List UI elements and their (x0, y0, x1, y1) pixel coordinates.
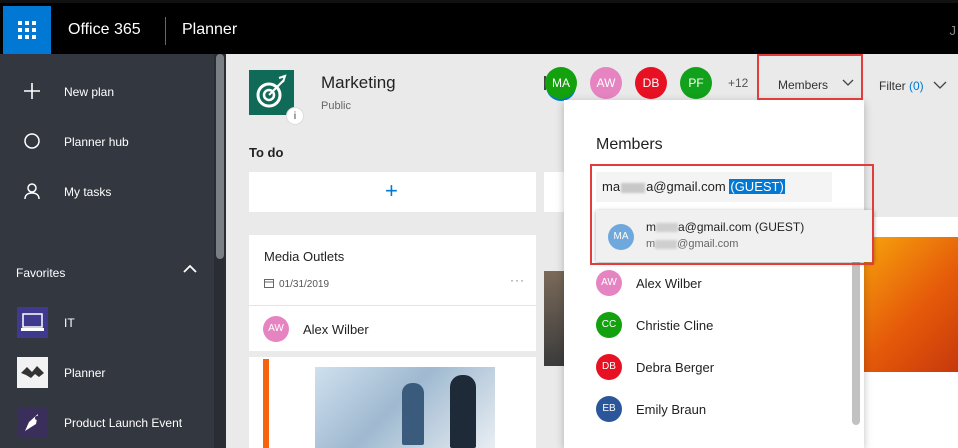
member-item-emily-braun[interactable]: EB Emily Braun (596, 391, 856, 427)
assignee-avatar: AW (263, 316, 289, 342)
member-avatar-aw[interactable]: AW (590, 67, 622, 99)
add-task-button[interactable]: + (249, 172, 536, 212)
filter-label: Filter (879, 79, 906, 93)
plan-info-icon[interactable]: i (286, 107, 304, 125)
favorite-product-launch-label: Product Launch Event (64, 416, 183, 430)
member-name: Debra Berger (636, 360, 715, 375)
bucket-title[interactable]: To do (249, 145, 283, 160)
image-figure-2 (450, 375, 476, 448)
suite-title[interactable]: Office 365 (68, 21, 141, 39)
plus-icon (24, 83, 40, 99)
member-item-debra-berger[interactable]: DB Debra Berger (596, 349, 856, 385)
task-title: Media Outlets (264, 249, 345, 264)
circle-icon (24, 133, 40, 149)
nav-new-plan-label: New plan (64, 85, 115, 99)
calendar-icon (264, 279, 274, 288)
member-avatar: EB (596, 396, 622, 422)
nav-new-plan[interactable]: New plan (0, 72, 212, 112)
task-card-2[interactable] (249, 357, 536, 448)
favorite-product-launch[interactable]: Product Launch Event (0, 403, 212, 443)
app-launcher-icon[interactable] (3, 6, 51, 54)
app-title[interactable]: Planner (182, 21, 237, 39)
sidebar-scroll-thumb[interactable] (216, 54, 224, 259)
edge-glyph: J (949, 23, 957, 38)
member-avatar-ma[interactable]: MA (545, 67, 577, 99)
top-bar: Office 365 Planner J (0, 0, 958, 54)
task-divider (249, 305, 536, 306)
assignee-name: Alex Wilber (303, 322, 369, 337)
plan-title: Marketing (321, 73, 396, 92)
member-avatar: DB (596, 354, 622, 380)
favorite-planner-label: Planner (64, 366, 106, 380)
member-name: Christie Cline (636, 318, 714, 333)
favorite-planner[interactable]: Planner (0, 353, 212, 393)
planner-plan-thumbnail (17, 357, 48, 388)
add-task-plus-icon: + (385, 178, 398, 203)
filter-button[interactable]: Filter (0) (879, 79, 924, 93)
filter-count: (0) (909, 79, 924, 93)
favorite-it-label: IT (64, 316, 75, 330)
nav-planner-hub-label: Planner hub (64, 135, 129, 149)
member-avatar: AW (596, 270, 622, 296)
image-figure (402, 383, 424, 445)
rocket-thumbnail (17, 407, 48, 438)
member-avatar: CC (596, 312, 622, 338)
member-item-alex-wilber[interactable]: AW Alex Wilber (596, 265, 856, 301)
nav-my-tasks[interactable]: My tasks (0, 172, 212, 212)
member-avatar-pf[interactable]: PF (680, 67, 712, 99)
task-more-icon[interactable]: ··· (510, 273, 525, 287)
more-members-count[interactable]: +12 (728, 76, 748, 90)
member-item-christie-cline[interactable]: CC Christie Cline (596, 307, 856, 343)
sidebar-scrollbar[interactable] (214, 54, 226, 448)
task-card[interactable]: Media Outlets 01/31/2019 ··· AW Alex Wil… (249, 235, 536, 351)
chevron-up-icon[interactable] (180, 259, 200, 279)
member-name: Emily Braun (636, 402, 707, 417)
highlight-box-search (590, 164, 874, 265)
favorite-it[interactable]: IT (0, 303, 212, 343)
left-nav: New plan Planner hub My tasks Favorites … (0, 54, 226, 448)
nav-planner-hub[interactable]: Planner hub (0, 122, 212, 162)
nav-my-tasks-label: My tasks (64, 185, 112, 199)
member-avatar-db[interactable]: DB (635, 67, 667, 99)
highlight-box-members (757, 54, 863, 100)
task-label-stripe (263, 359, 269, 448)
favorites-heading: Favorites (16, 266, 66, 280)
task-preview-image (315, 367, 495, 448)
members-panel-title: Members (596, 136, 663, 153)
plan-logo (249, 70, 294, 115)
title-divider (165, 17, 166, 45)
filter-chevron-down-icon[interactable] (933, 81, 947, 90)
plan-visibility: Public (321, 100, 351, 112)
member-name: Alex Wilber (636, 276, 702, 291)
task-due-date: 01/31/2019 (279, 279, 330, 290)
person-icon (24, 183, 40, 200)
it-plan-thumbnail (17, 307, 48, 338)
